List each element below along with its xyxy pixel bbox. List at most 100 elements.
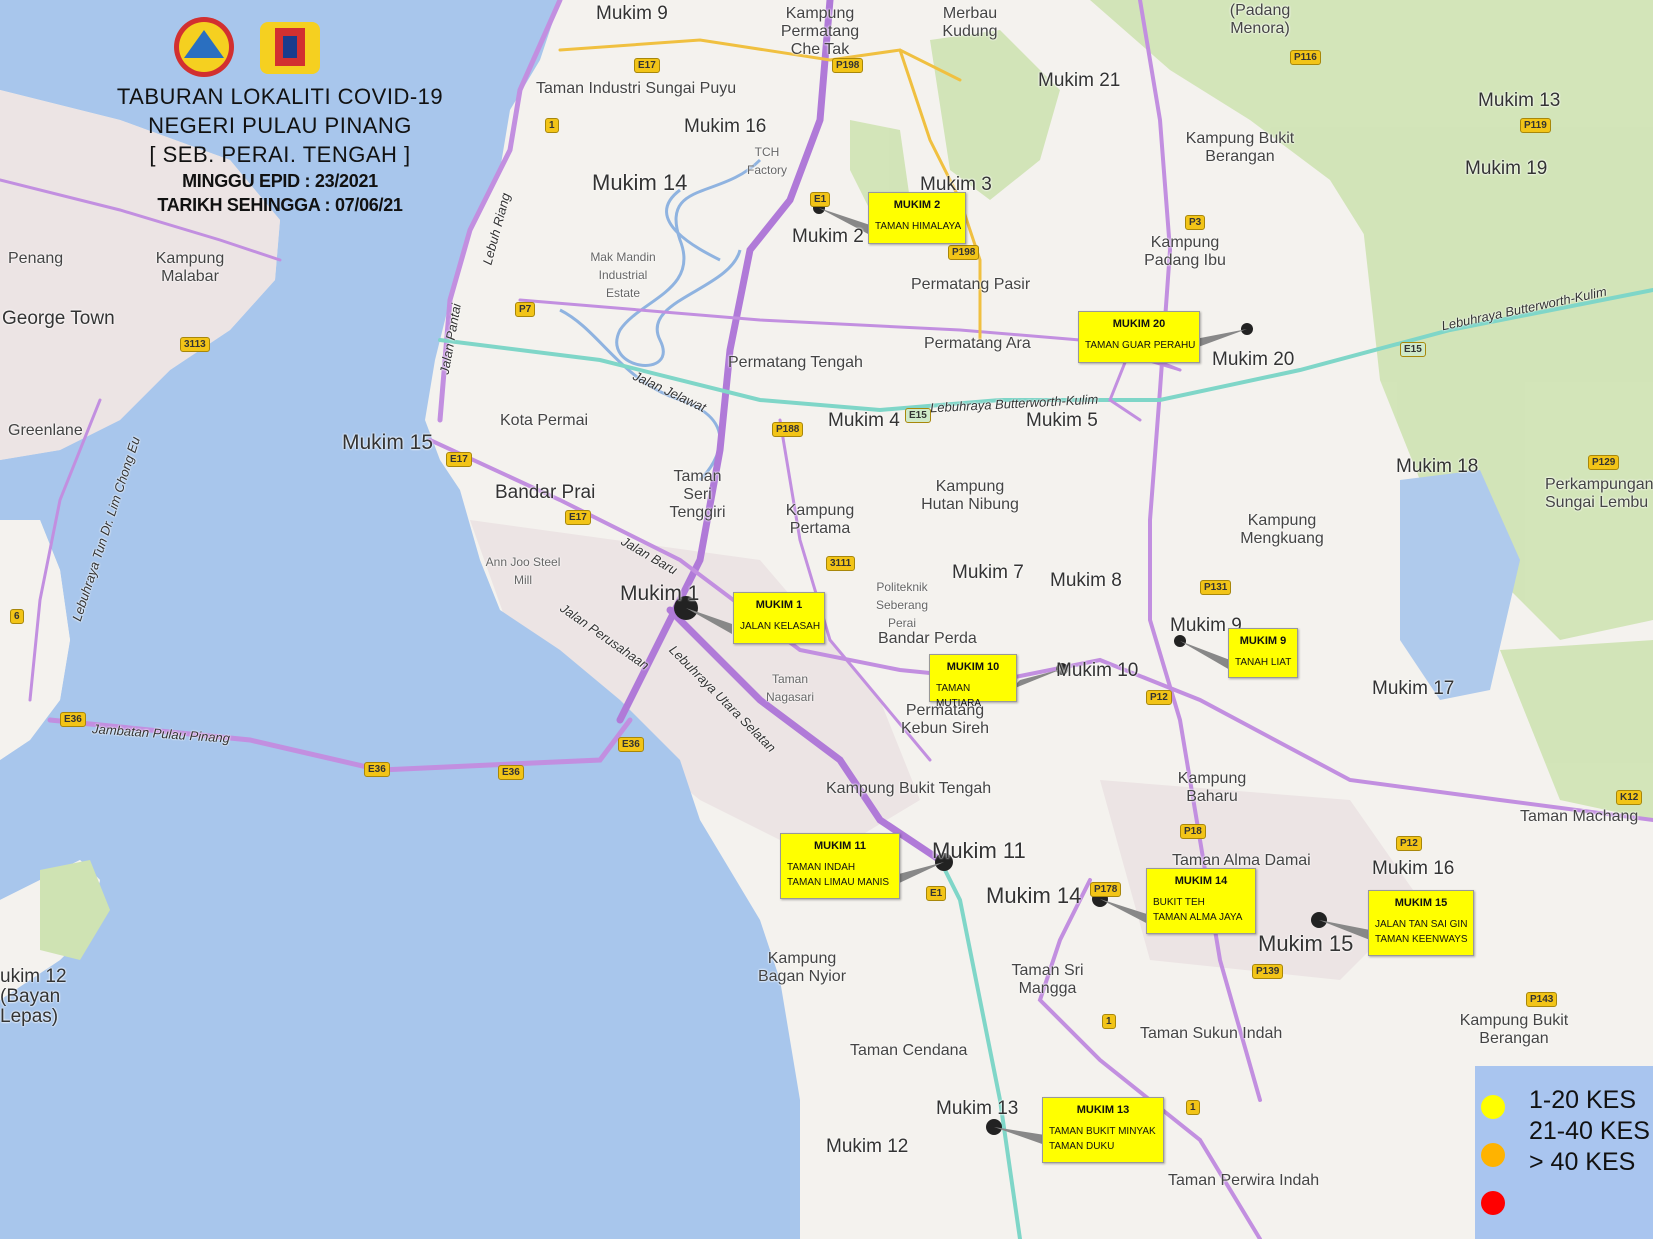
place-label: (Bayan <box>0 986 61 1007</box>
place-label: Mukim 20 <box>1212 349 1295 370</box>
route-shield: E36 <box>60 712 86 727</box>
map-title-block: TABURAN LOKALITI COVID-19 NEGERI PULAU P… <box>95 82 465 217</box>
place-label: Taman Nagasari <box>765 672 815 704</box>
place-label: Kampung Bagan Nyior <box>757 950 847 985</box>
place-label: Permatang Pasir <box>911 276 1031 293</box>
callout-heading: MUKIM 2 <box>893 199 941 211</box>
callout-mukim-10: MUKIM 10 TAMAN MUTIARA <box>929 654 1017 709</box>
callout-heading: MUKIM 15 <box>1394 897 1448 909</box>
route-shield: E36 <box>498 765 524 780</box>
callout-locality: TAMAN GUAR PERAHU <box>1085 340 1196 351</box>
callout-mukim-13: MUKIM 13 TAMAN BUKIT MINYAK TAMAN DUKU <box>1042 1097 1164 1163</box>
callout-heading: MUKIM 14 <box>1174 875 1228 887</box>
place-label: Bandar Perda <box>878 630 977 647</box>
place-label: ukim 12 <box>0 966 67 987</box>
place-label: Permatang Ara <box>924 335 1031 352</box>
callout-mukim-15: MUKIM 15 JALAN TAN SAI GIN TAMAN KEENWAY… <box>1368 890 1474 956</box>
route-shield: P143 <box>1526 992 1558 1007</box>
route-shield: 3111 <box>826 556 856 571</box>
route-shield: P129 <box>1588 455 1620 470</box>
title-line1: TABURAN LOKALITI COVID-19 <box>116 84 444 109</box>
callout-heading: MUKIM 10 <box>946 661 1000 673</box>
callout-locality: TAMAN KEENWAYS <box>1375 934 1468 945</box>
route-shield: 6 <box>10 609 24 624</box>
place-label: Kampung Bukit Berangan <box>1185 130 1295 165</box>
place-label: Kampung Pertama <box>785 502 855 537</box>
place-label: Mukim 19 <box>1465 158 1548 179</box>
callout-heading: MUKIM 13 <box>1076 1104 1130 1116</box>
callout-locality: JALAN KELASAH <box>740 621 821 632</box>
route-shield: P139 <box>1252 964 1284 979</box>
callout-locality: TAMAN LIMAU MANIS <box>787 877 890 888</box>
callout-mukim-2: MUKIM 2 TAMAN HIMALAYA <box>868 192 966 244</box>
callout-heading: MUKIM 20 <box>1112 318 1166 330</box>
legend-swatch <box>1481 1191 1505 1215</box>
place-label: TCH Factory <box>746 145 787 177</box>
route-shield: E15 <box>1400 342 1426 357</box>
place-label: Kampung Malabar <box>155 250 225 285</box>
legend-swatch <box>1481 1095 1505 1119</box>
place-label: Mukim 13 <box>1478 90 1561 111</box>
route-shield: E1 <box>810 192 831 207</box>
callout-mukim-11: MUKIM 11 TAMAN INDAH TAMAN LIMAU MANIS <box>780 833 900 899</box>
route-shield: P18 <box>1180 824 1206 839</box>
route-shield: P198 <box>832 58 864 73</box>
place-label: Penang <box>8 250 64 267</box>
route-shield: P131 <box>1200 580 1232 595</box>
callout-mukim-1: MUKIM 1 JALAN KELASAH <box>733 592 825 644</box>
place-label: Mukim 8 <box>1050 570 1122 591</box>
legend-label: 1-20 KES <box>1529 1086 1637 1114</box>
callout-locality: TANAH LIAT <box>1235 657 1292 668</box>
place-label: Kampung Hutan Nibung <box>921 478 1019 513</box>
place-label: Merbau Kudung <box>942 5 998 40</box>
place-label: Mukim 21 <box>1038 70 1121 91</box>
place-label: Mukim 14 <box>592 170 688 195</box>
place-label: Mukim 17 <box>1372 678 1455 699</box>
route-shield: E36 <box>364 762 390 777</box>
place-label: Mukim 15 <box>342 431 434 454</box>
route-shield: 1 <box>1102 1014 1116 1029</box>
place-label: Mukim 14 <box>986 883 1082 908</box>
callout-locality: TAMAN HIMALAYA <box>875 221 962 232</box>
map-legend: 1-20 KES 21-40 KES > 40 KES <box>1475 1066 1653 1239</box>
place-label: Permatang Tengah <box>728 354 863 371</box>
route-shield: P119 <box>1520 118 1551 133</box>
place-label: Mukim 16 <box>1372 858 1455 879</box>
place-label: Mukim 16 <box>684 116 767 137</box>
place-label: Mukim 1 <box>620 582 700 605</box>
callout-mukim-20: MUKIM 20 TAMAN GUAR PERAHU <box>1078 311 1200 363</box>
route-shield: E17 <box>446 452 472 467</box>
place-label: Taman Cendana <box>850 1042 968 1059</box>
place-label: Taman Sukun Indah <box>1140 1025 1283 1042</box>
title-line2: NEGERI PULAU PINANG <box>148 113 412 138</box>
route-shield: E17 <box>634 58 660 73</box>
place-label: Mukim 9 <box>596 3 668 24</box>
callout-mukim-14: MUKIM 14 BUKIT TEH TAMAN ALMA JAYA <box>1146 868 1256 934</box>
place-label: Perkampungan Sungai Lembu <box>1545 476 1653 511</box>
place-label: Kota Permai <box>500 412 589 429</box>
place-label: Ann Joo Steel Mill <box>485 555 561 587</box>
route-shield: P116 <box>1290 50 1321 65</box>
place-label: Taman Perwira Indah <box>1168 1172 1320 1189</box>
legend-label: 21-40 KES <box>1529 1117 1650 1145</box>
callout-locality: JALAN TAN SAI GIN <box>1375 919 1468 930</box>
route-shield: P198 <box>948 245 980 260</box>
callout-locality: TAMAN INDAH <box>787 862 856 873</box>
place-label: Mukim 12 <box>826 1136 909 1157</box>
place-label: Kampung Padang Ibu <box>1144 234 1226 269</box>
route-shield: P3 <box>1185 215 1206 230</box>
callout-locality: TAMAN BUKIT MINYAK <box>1049 1126 1156 1137</box>
route-shield: 1 <box>545 118 559 133</box>
callout-mukim-9: MUKIM 9 TANAH LIAT <box>1228 628 1298 678</box>
route-shield: P178 <box>1090 882 1122 897</box>
place-label: (Padang Menora) <box>1229 2 1291 37</box>
place-label: Mukim 10 <box>1056 660 1139 681</box>
place-label: George Town <box>2 308 115 329</box>
place-label: Mukim 5 <box>1026 410 1098 431</box>
route-shield: P7 <box>515 302 536 317</box>
place-label: Kampung Bukit Berangan <box>1459 1012 1569 1047</box>
callout-locality: BUKIT TEH <box>1153 897 1205 908</box>
place-label: Politeknik Seberang Perai <box>875 580 929 630</box>
place-label: Kampung Baharu <box>1177 770 1247 805</box>
route-shield: K12 <box>1616 790 1643 805</box>
